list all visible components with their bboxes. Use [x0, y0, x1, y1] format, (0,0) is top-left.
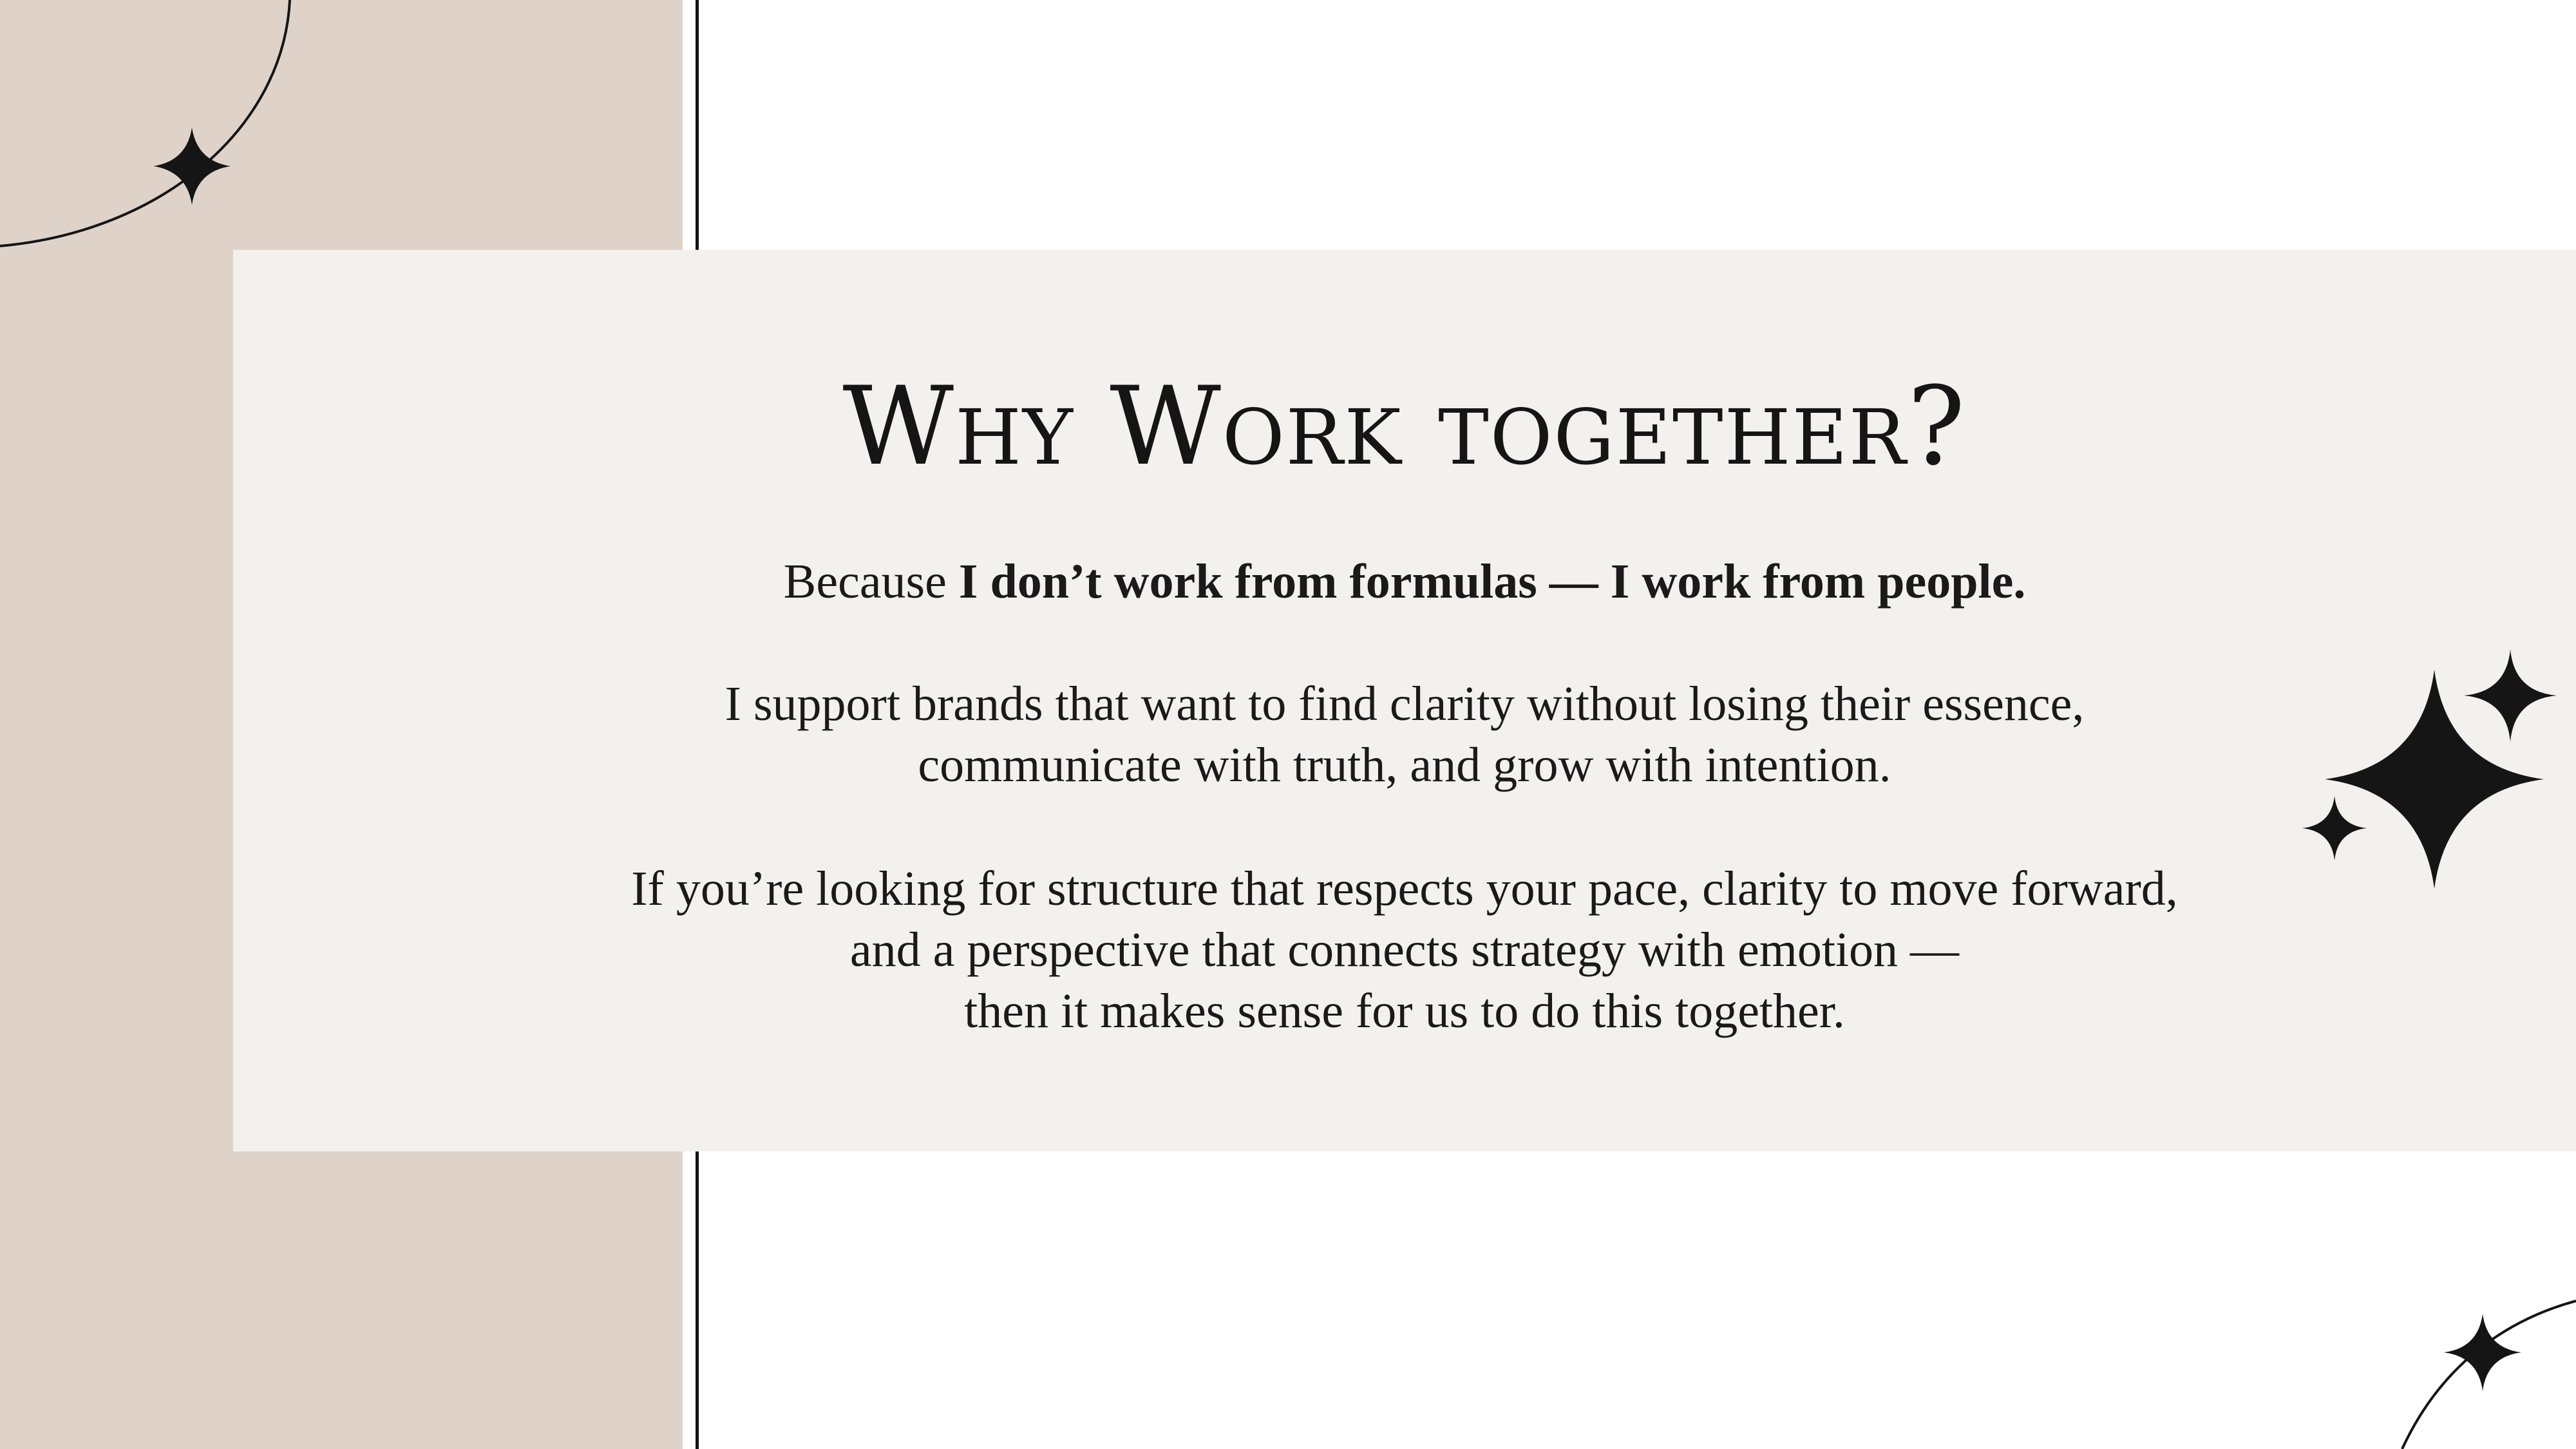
- closing-line: then it makes sense for us to do this to…: [964, 984, 1845, 1038]
- support-line: I support brands that want to find clari…: [724, 677, 2085, 731]
- intro-emphasis: I don’t work from formulas — I work from…: [958, 554, 2026, 609]
- sparkle-star-icon: [2444, 1314, 2521, 1391]
- intro-paragraph: Because I don’t work from formulas — I w…: [233, 551, 2576, 612]
- closing-line: and a perspective that connects strategy…: [849, 923, 1960, 977]
- orbit-arc-icon: [2401, 1300, 2576, 1449]
- support-line: communicate with truth, and grow with in…: [918, 738, 1891, 792]
- intro-lead: Because: [783, 554, 959, 609]
- closing-paragraph: If you’re looking for structure that res…: [233, 858, 2576, 1042]
- closing-line: If you’re looking for structure that res…: [631, 862, 2178, 916]
- slide: Why Work together? Because I don’t work …: [0, 0, 2576, 1449]
- page-title: Why Work together?: [842, 363, 1967, 489]
- content-card: Why Work together? Because I don’t work …: [233, 250, 2576, 1151]
- support-paragraph: I support brands that want to find clari…: [233, 674, 2576, 796]
